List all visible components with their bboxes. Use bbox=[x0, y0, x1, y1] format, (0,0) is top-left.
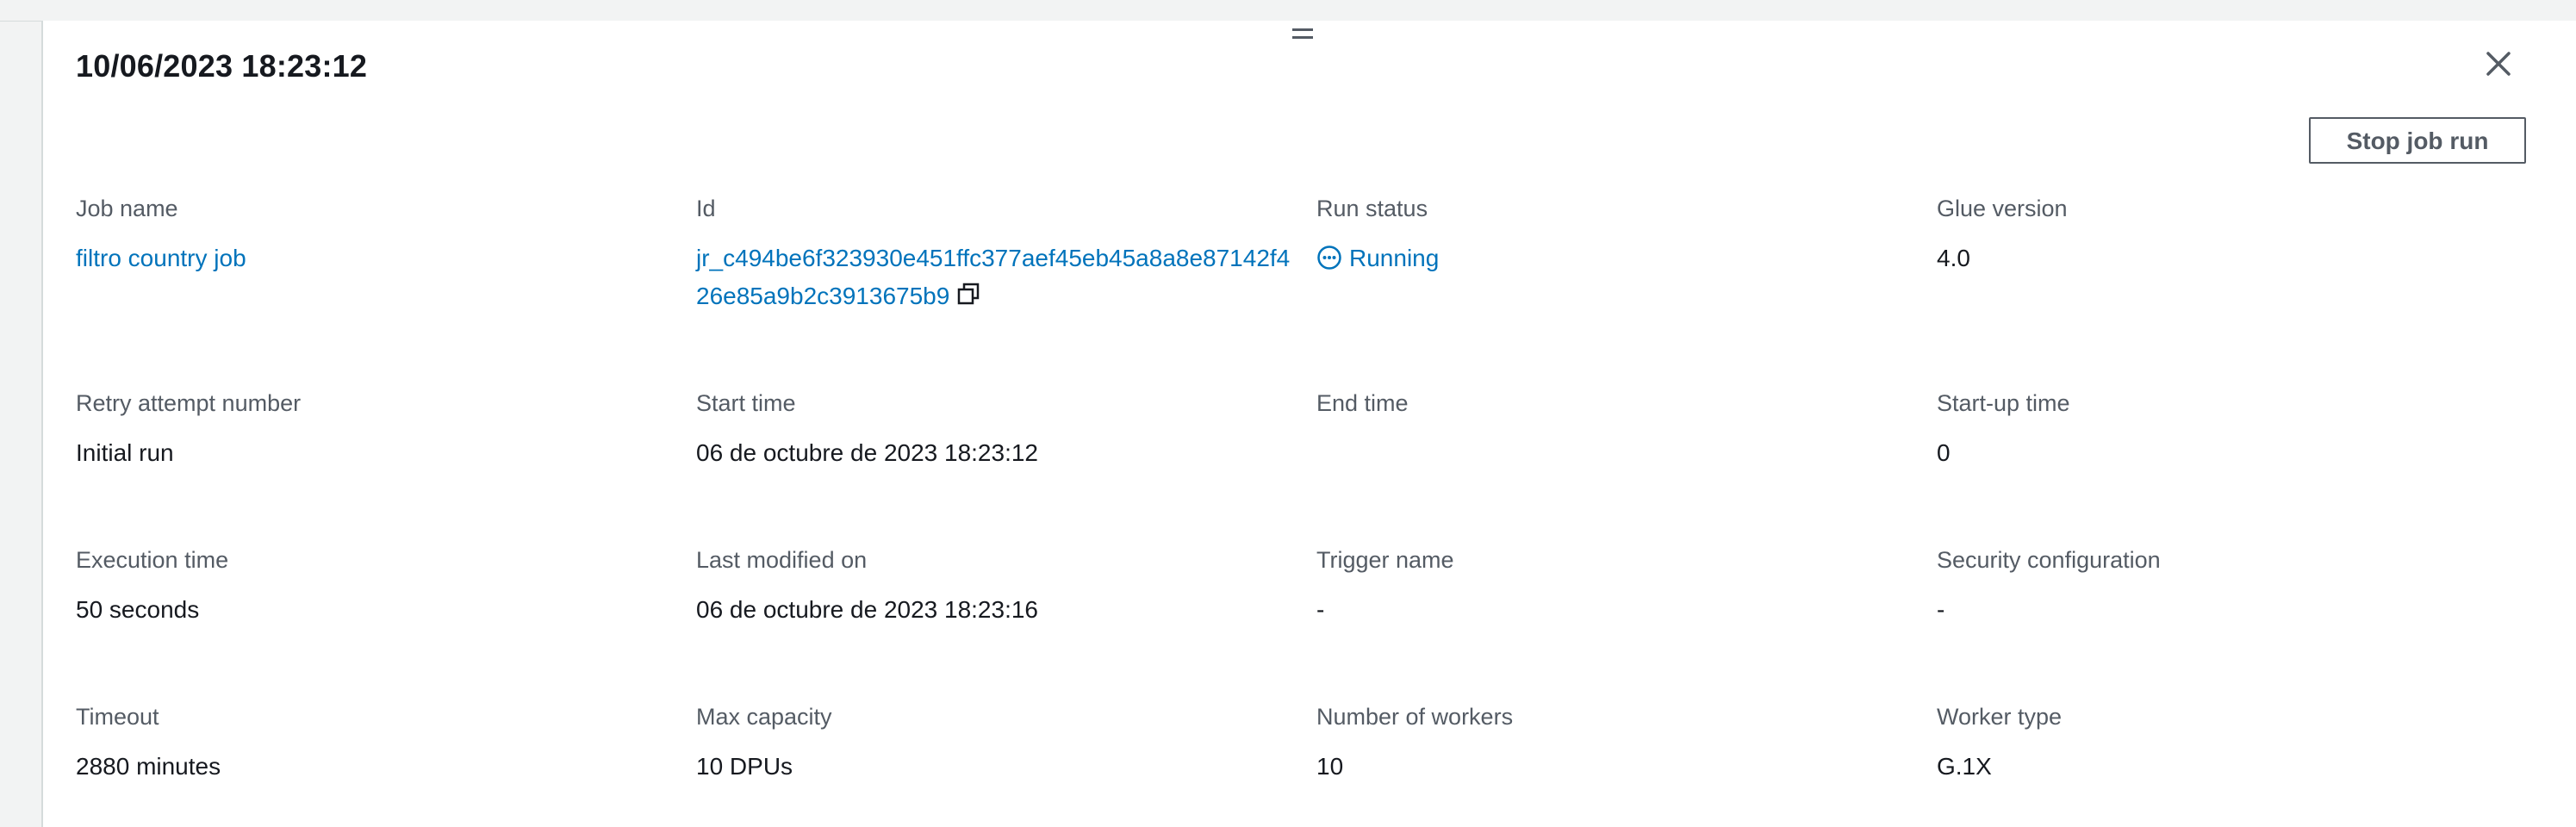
id-field: Id jr_c494be6f323930e451ffc377aef45eb45a… bbox=[696, 195, 1299, 317]
start-time-field: Start time 06 de octubre de 2023 18:23:1… bbox=[696, 389, 1038, 472]
job-name-field: Job name filtro country job bbox=[76, 195, 246, 277]
id-value-container: jr_c494be6f323930e451ffc377aef45eb45a8a8… bbox=[696, 239, 1299, 317]
retry-attempt-field: Retry attempt number Initial run bbox=[76, 389, 301, 472]
execution-time-label: Execution time bbox=[76, 547, 229, 573]
glue-version-field: Glue version 4.0 bbox=[1937, 195, 2068, 277]
run-status-value[interactable]: Running bbox=[1316, 239, 1439, 282]
page-background: 10/06/2023 18:23:12 Stop job run Job nam… bbox=[0, 0, 2576, 827]
run-status-text: Running bbox=[1349, 245, 1440, 271]
retry-attempt-label: Retry attempt number bbox=[76, 390, 302, 416]
job-run-details-panel bbox=[41, 21, 2576, 827]
glue-version-value: 4.0 bbox=[1937, 245, 1970, 271]
timeout-label: Timeout bbox=[76, 704, 159, 730]
trigger-name-label: Trigger name bbox=[1316, 547, 1454, 573]
drag-handle-icon[interactable] bbox=[1292, 26, 1313, 43]
stop-job-run-button[interactable]: Stop job run bbox=[2309, 117, 2526, 164]
start-time-value: 06 de octubre de 2023 18:23:12 bbox=[696, 439, 1039, 466]
job-name-link[interactable]: filtro country job bbox=[76, 239, 246, 277]
startup-time-label: Start-up time bbox=[1937, 390, 2070, 416]
copy-icon[interactable] bbox=[956, 279, 980, 317]
end-time-label: End time bbox=[1316, 390, 1409, 416]
timeout-value: 2880 minutes bbox=[76, 753, 221, 780]
start-time-label: Start time bbox=[696, 390, 796, 416]
glue-version-label: Glue version bbox=[1937, 196, 2068, 221]
max-capacity-value: 10 DPUs bbox=[696, 753, 793, 780]
worker-type-field: Worker type G.1X bbox=[1937, 703, 2062, 786]
security-config-label: Security configuration bbox=[1937, 547, 2161, 573]
last-modified-field: Last modified on 06 de octubre de 2023 1… bbox=[696, 546, 1038, 629]
top-strip bbox=[0, 0, 2576, 22]
last-modified-label: Last modified on bbox=[696, 547, 868, 573]
max-capacity-field: Max capacity 10 DPUs bbox=[696, 703, 832, 786]
security-config-value: - bbox=[1937, 596, 1945, 623]
trigger-name-value: - bbox=[1316, 596, 1325, 623]
worker-type-label: Worker type bbox=[1937, 704, 2063, 730]
trigger-name-field: Trigger name - bbox=[1316, 546, 1454, 629]
last-modified-value: 06 de octubre de 2023 18:23:16 bbox=[696, 596, 1039, 623]
end-time-field: End time bbox=[1316, 389, 1409, 434]
startup-time-field: Start-up time 0 bbox=[1937, 389, 2070, 472]
max-capacity-label: Max capacity bbox=[696, 704, 832, 730]
id-label: Id bbox=[696, 196, 716, 221]
timeout-field: Timeout 2880 minutes bbox=[76, 703, 221, 786]
retry-attempt-value: Initial run bbox=[76, 439, 174, 466]
worker-type-value: G.1X bbox=[1937, 753, 1992, 780]
execution-time-field: Execution time 50 seconds bbox=[76, 546, 228, 629]
job-name-label: Job name bbox=[76, 196, 178, 221]
security-config-field: Security configuration - bbox=[1937, 546, 2161, 629]
close-icon[interactable] bbox=[2481, 47, 2516, 81]
panel-title: 10/06/2023 18:23:12 bbox=[76, 48, 368, 84]
run-status-label: Run status bbox=[1316, 196, 1428, 221]
num-workers-field: Number of workers 10 bbox=[1316, 703, 1513, 786]
num-workers-value: 10 bbox=[1316, 753, 1344, 780]
run-status-field: Run status Running bbox=[1316, 195, 1439, 282]
execution-time-value: 50 seconds bbox=[76, 596, 200, 623]
id-value-link[interactable]: jr_c494be6f323930e451ffc377aef45eb45a8a8… bbox=[696, 245, 1290, 309]
num-workers-label: Number of workers bbox=[1316, 704, 1514, 730]
in-progress-icon bbox=[1316, 244, 1342, 282]
startup-time-value: 0 bbox=[1937, 439, 1951, 466]
